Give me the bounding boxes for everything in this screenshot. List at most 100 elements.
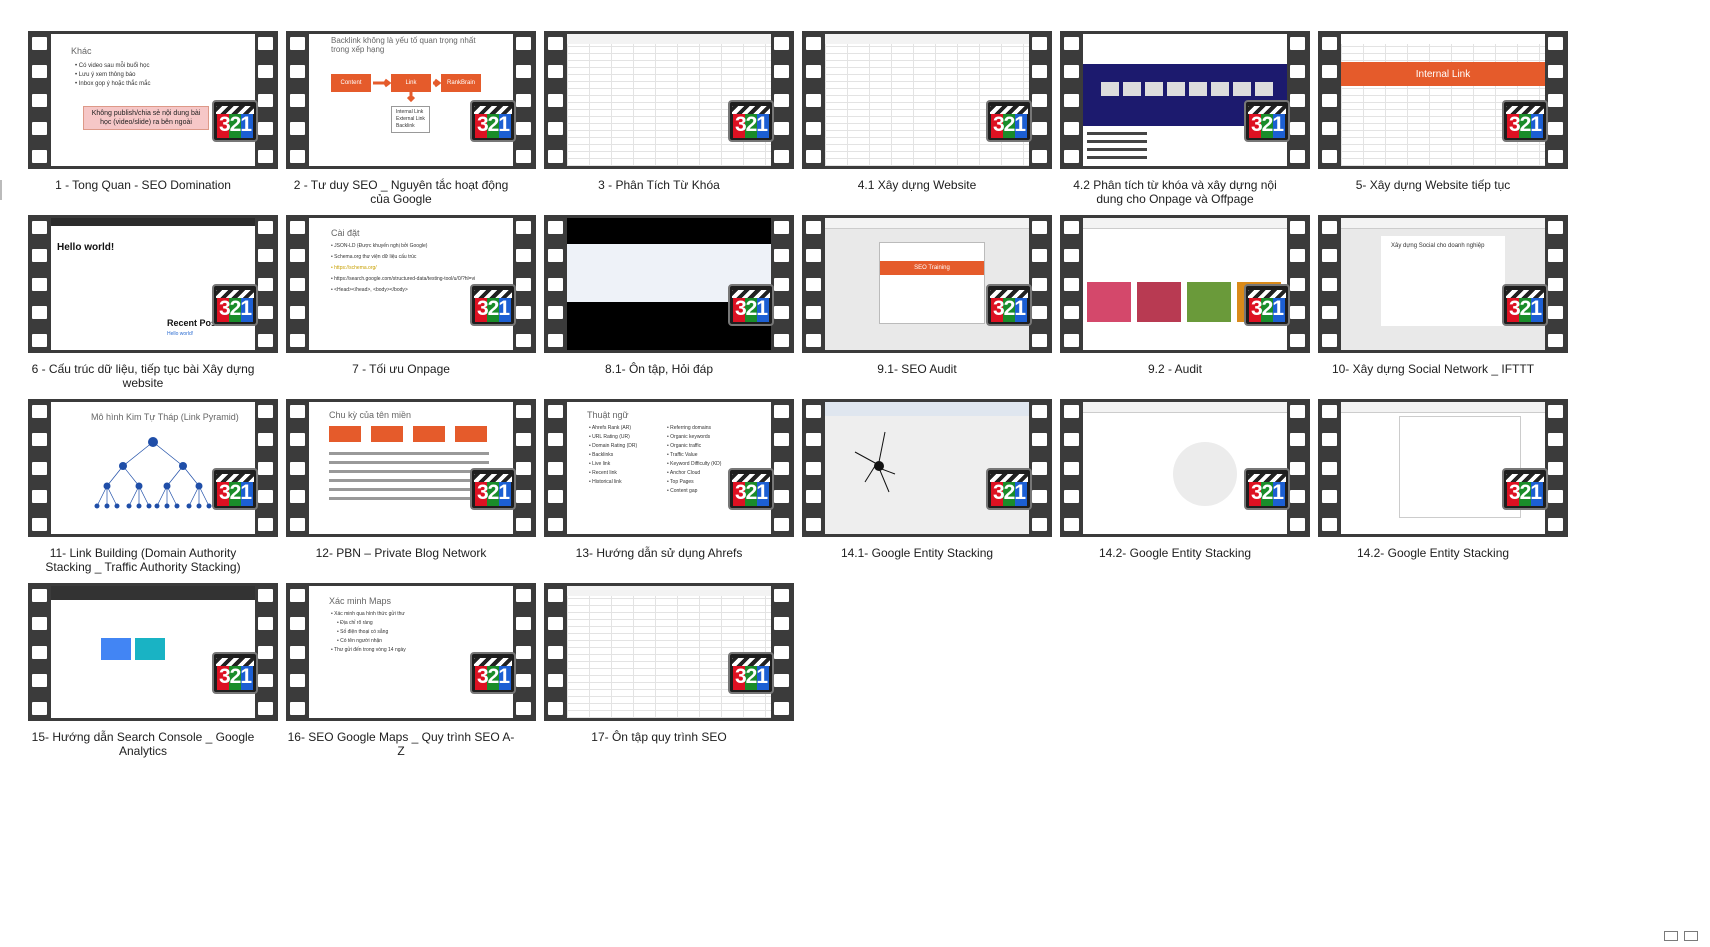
film-hole xyxy=(290,702,305,715)
film-hole xyxy=(1322,405,1337,418)
media-player-classic-icon: 321 xyxy=(728,468,774,510)
text-line xyxy=(1087,156,1147,159)
metric-card xyxy=(135,638,165,660)
slide-title: Cài đặt xyxy=(331,228,360,238)
film-hole xyxy=(1322,93,1337,107)
term-right: • Referring domains xyxy=(667,425,711,431)
video-file-tile[interactable]: 321 14.1- Google Entity Stacking xyxy=(774,368,1052,560)
film-hole xyxy=(290,305,305,319)
paragraph-line xyxy=(329,461,489,464)
film-hole xyxy=(806,405,821,418)
film-hole xyxy=(32,589,47,602)
film-hole xyxy=(290,405,305,418)
film-hole xyxy=(32,433,47,447)
large-icons-view-icon[interactable] xyxy=(1684,931,1698,941)
cycle-box xyxy=(413,426,445,442)
thumb-strip xyxy=(1101,82,1119,96)
film-hole xyxy=(32,277,47,291)
file-name-label: 16- SEO Google Maps _ Quy trình SEO A-Z xyxy=(287,730,515,758)
scroll-edge-marker xyxy=(0,180,2,200)
film-hole xyxy=(290,150,305,163)
view-toggle[interactable] xyxy=(1664,931,1698,941)
film-hole xyxy=(290,589,305,602)
film-hole xyxy=(548,277,563,291)
film-hole xyxy=(1548,405,1563,418)
film-strip-holes xyxy=(290,221,306,347)
console-header xyxy=(51,586,255,600)
video-file-tile[interactable]: 321 15- Hướng dẫn Search Console _ Google… xyxy=(0,552,278,758)
slide-title: Chu kỳ của tên miền xyxy=(329,410,412,420)
media-player-classic-icon: 321 xyxy=(1502,100,1548,142)
badge-label: 321 xyxy=(474,665,512,690)
video-file-tile[interactable]: 321 4.2 Phân tích từ khóa và xây dựng nội… xyxy=(1032,0,1310,206)
thumb-strip xyxy=(1211,82,1229,96)
film-hole xyxy=(1322,221,1337,234)
slide-bullet: • Có video sau mỗi buổi học xyxy=(75,63,150,69)
film-hole xyxy=(806,277,821,291)
file-name-label: 14.2- Google Entity Stacking xyxy=(1356,546,1510,560)
video-file-tile[interactable]: Hello world! Recent Posts Hello world! 321 6… xyxy=(0,184,278,390)
film-hole xyxy=(32,518,47,531)
film-strip-holes xyxy=(1548,405,1564,531)
video-file-tile[interactable]: 321 17- Ôn tập quy trình SEO xyxy=(516,552,794,744)
video-file-tile[interactable]: 321 4.1 Xây dựng Website xyxy=(774,0,1052,192)
video-file-tile[interactable]: Cài đặt • JSON-LD (Được khuyến nghị bởi G… xyxy=(258,184,536,376)
slide-note: Không publish/chia sẻ nội dung bài học (… xyxy=(83,106,209,130)
slide-bullet: • Schema.org thư viện dữ liệu cấu trúc xyxy=(331,254,417,260)
film-hole xyxy=(548,489,563,503)
video-file-tile[interactable]: Backlink không là yếu tố quan trọng nhất… xyxy=(258,0,536,206)
film-hole xyxy=(1322,277,1337,291)
film-strip-holes xyxy=(1064,221,1080,347)
film-hole xyxy=(806,334,821,347)
film-hole xyxy=(1064,93,1079,107)
film-hole xyxy=(32,121,47,135)
film-hole xyxy=(548,249,563,263)
video-file-tile[interactable]: 321 9.2 - Audit xyxy=(1032,184,1310,376)
media-player-classic-icon: 321 xyxy=(212,100,258,142)
video-file-tile[interactable]: Khác • Có video sau mỗi buổi học • Lưu ý x… xyxy=(0,0,278,192)
video-file-tile[interactable]: Xây dựng Social cho doanh nghiệp 321 10- X… xyxy=(1290,184,1568,376)
film-hole xyxy=(806,249,821,263)
badge-label: 321 xyxy=(1506,297,1544,322)
slide-bullet: • Xác minh qua hình thức gửi thư xyxy=(331,611,405,617)
film-strip-holes xyxy=(548,589,564,715)
slide-page: Xây dựng Social cho doanh nghiệp xyxy=(1381,236,1505,326)
slide-page: SEO Training xyxy=(879,242,985,324)
film-hole xyxy=(548,65,563,79)
film-hole xyxy=(548,461,563,475)
video-file-tile[interactable]: Mô hình Kim Tự Tháp (Link Pyramid) 321 11-… xyxy=(0,368,278,574)
video-file-tile[interactable]: Internal Link 321 5- Xây dựng Website tiếp… xyxy=(1290,0,1568,192)
film-hole xyxy=(1548,334,1563,347)
slide-bullet: • Thư gửi đến trong vòng 14 ngày xyxy=(331,647,406,653)
film-strip-holes xyxy=(290,589,306,715)
badge-label: 321 xyxy=(216,113,254,138)
film-hole xyxy=(548,150,563,163)
media-player-classic-icon: 321 xyxy=(1244,284,1290,326)
term-right: • Organic traffic xyxy=(667,443,702,449)
video-file-tile[interactable]: Thuật ngữ • Ahrefs Rank (AR) • URL Rating … xyxy=(516,368,794,560)
media-player-classic-icon: 321 xyxy=(728,652,774,694)
video-file-tile[interactable]: SEO Training 321 9.1- SEO Audit xyxy=(774,184,1052,376)
media-player-classic-icon: 321 xyxy=(986,468,1032,510)
film-strip-holes xyxy=(1064,405,1080,531)
film-hole xyxy=(290,673,305,687)
film-hole xyxy=(1548,150,1563,163)
slide-title: Thuật ngữ xyxy=(587,410,629,420)
film-hole xyxy=(806,65,821,79)
media-player-classic-icon: 321 xyxy=(728,100,774,142)
film-strip-holes xyxy=(806,221,822,347)
file-name-label: 15- Hướng dẫn Search Console _ Google An… xyxy=(31,730,255,758)
film-hole xyxy=(806,433,821,447)
film-hole xyxy=(290,645,305,659)
details-view-icon[interactable] xyxy=(1664,931,1678,941)
video-file-tile[interactable]: Chu kỳ của tên miền 321 12- PBN – Private … xyxy=(258,368,536,560)
video-file-tile[interactable]: Xác minh Maps • Xác minh qua hình thức gử… xyxy=(258,552,536,758)
paragraph-line xyxy=(329,488,489,491)
media-player-classic-icon: 321 xyxy=(986,284,1032,326)
video-file-tile[interactable]: 321 14.2- Google Entity Stacking xyxy=(1290,368,1568,560)
video-file-tile[interactable]: 321 14.2- Google Entity Stacking xyxy=(1032,368,1310,560)
film-hole xyxy=(1064,221,1079,234)
video-file-tile[interactable]: 321 8.1- Ôn tập, Hỏi đáp xyxy=(516,184,794,376)
video-file-tile[interactable]: 321 3 - Phân Tích Từ Khóa xyxy=(516,0,794,192)
film-hole xyxy=(1064,37,1079,50)
